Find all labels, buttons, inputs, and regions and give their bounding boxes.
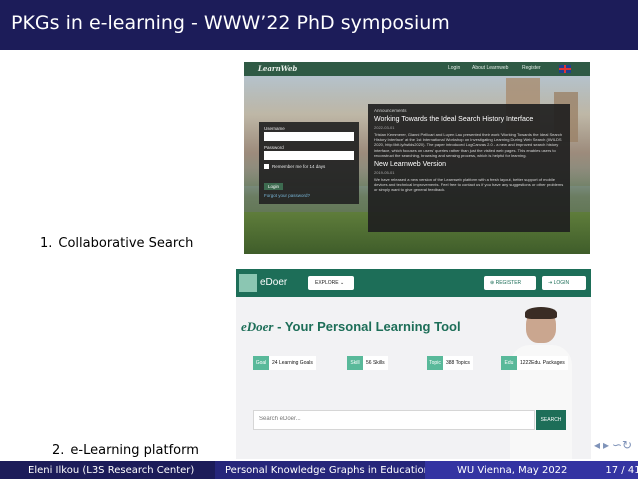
stat-topics[interactable]: Topic 388 Topics — [427, 356, 473, 370]
edoer-search-input[interactable] — [259, 416, 489, 422]
footer-venue: WU Vienna, May 2022 — [457, 464, 568, 476]
figure-caption-2: 2. e-Learning platform — [52, 443, 199, 458]
login-label: LOGIN — [553, 280, 570, 286]
remember-row: Remember me for 14 days — [264, 164, 354, 169]
nav-next-icon[interactable]: ▸ — [603, 438, 609, 452]
register-icon: ⊕ — [490, 280, 495, 286]
edoer-tagline: eDoer - Your Personal Learning Tool — [241, 319, 461, 335]
edoer-logo-icon — [239, 274, 257, 292]
stat-label: 1222Edu. Packages — [520, 360, 565, 366]
learnweb-screenshot: LearnWeb Login About Learnweb Register U… — [244, 62, 590, 254]
edu-icon: Edu — [501, 356, 517, 370]
remember-label: Remember me for 14 days — [272, 164, 326, 169]
news-title: Working Towards the Ideal Search History… — [374, 116, 534, 123]
forgot-password-link[interactable]: Forgot your password? — [264, 193, 354, 198]
slide-footer: Eleni Ilkou (L3S Research Center) Person… — [0, 461, 638, 479]
learnweb-topbar: LearnWeb Login About Learnweb Register — [244, 62, 590, 76]
learnweb-announcements: Announcements Working Towards the Ideal … — [368, 104, 570, 232]
edoer-login-button[interactable]: ⇥ LOGIN — [542, 276, 586, 290]
stat-edu-packages[interactable]: Edu 1222Edu. Packages — [501, 356, 568, 370]
goal-icon: Goal — [253, 356, 269, 370]
learnweb-nav-login[interactable]: Login — [448, 65, 460, 71]
edoer-screenshot: eDoer EXPLORE ⌄ ⊕ REGISTER ⇥ LOGIN eDoer… — [236, 269, 591, 459]
password-field[interactable] — [264, 151, 354, 160]
remember-checkbox[interactable] — [264, 164, 269, 169]
explore-label: EXPLORE — [315, 280, 339, 286]
slide-title: PKGs in e-learning - WWW’22 PhD symposiu… — [11, 12, 450, 34]
stat-label: 24 Learning Goals — [272, 360, 313, 366]
tagline-rest: - Your Personal Learning Tool — [273, 319, 461, 334]
stat-label: 388 Topics — [446, 360, 470, 366]
login-icon: ⇥ — [548, 280, 553, 286]
skill-icon: Skill — [347, 356, 363, 370]
nav-back-icon[interactable]: ∽ — [612, 438, 622, 452]
username-label: Username — [264, 126, 285, 131]
news-body: We have released a new version of the Le… — [374, 177, 564, 193]
learnweb-login-panel: Username Password Remember me for 14 day… — [259, 122, 359, 204]
edoer-search-button[interactable]: SEARCH — [536, 410, 566, 430]
learnweb-nav-about[interactable]: About Learnweb — [472, 65, 508, 71]
news-title: New Learnweb Version — [374, 161, 446, 169]
figure-caption-1: 1. Collaborative Search — [40, 236, 193, 251]
person-hair — [525, 307, 557, 319]
edoer-logo: eDoer — [260, 277, 288, 288]
news-date: 2022-03-01 — [374, 125, 395, 130]
caption-text: e-Learning platform — [70, 443, 199, 458]
slide-header: PKGs in e-learning - WWW’22 PhD symposiu… — [0, 0, 638, 50]
stat-learning-goals[interactable]: Goal 24 Learning Goals — [253, 356, 316, 370]
learnweb-nav-register[interactable]: Register — [522, 65, 541, 71]
announcements-header: Announcements — [374, 108, 407, 113]
learnweb-logo: LearnWeb — [258, 64, 298, 73]
explore-dropdown[interactable]: EXPLORE ⌄ — [308, 276, 354, 290]
caption-number: 1. — [40, 236, 53, 251]
news-date: 2019-05-01 — [374, 170, 395, 176]
nav-search-icon[interactable]: ↻ — [622, 438, 632, 452]
uk-flag-icon[interactable] — [559, 65, 571, 73]
edoer-topbar: eDoer EXPLORE ⌄ ⊕ REGISTER ⇥ LOGIN — [236, 269, 591, 297]
footer-venue-page: WU Vienna, May 2022 17 / 41 — [425, 461, 638, 479]
topic-icon: Topic — [427, 356, 443, 370]
footer-author: Eleni Ilkou (L3S Research Center) — [0, 461, 215, 479]
tagline-brand: eDoer — [241, 319, 274, 334]
caption-text: Collaborative Search — [58, 236, 194, 251]
caption-number: 2. — [52, 443, 65, 458]
stat-skills[interactable]: Skill 56 Skills — [347, 356, 388, 370]
edoer-search-box — [253, 410, 535, 430]
news-body: Tristan Kemmerer, Gianni Pellicari and L… — [374, 132, 563, 158]
username-field[interactable] — [264, 132, 354, 141]
footer-page-number: 17 / 41 — [605, 464, 638, 476]
person-photo — [510, 307, 572, 459]
chevron-down-icon: ⌄ — [340, 280, 345, 286]
nav-prev-icon[interactable]: ◂ — [594, 438, 600, 452]
footer-talk-title: Personal Knowledge Graphs in Education — [215, 461, 425, 479]
register-label: REGISTER — [495, 280, 522, 286]
login-button[interactable]: Login — [264, 183, 284, 190]
register-button[interactable]: ⊕ REGISTER — [484, 276, 536, 290]
password-label: Password — [264, 145, 284, 150]
stat-label: 56 Skills — [366, 360, 385, 366]
